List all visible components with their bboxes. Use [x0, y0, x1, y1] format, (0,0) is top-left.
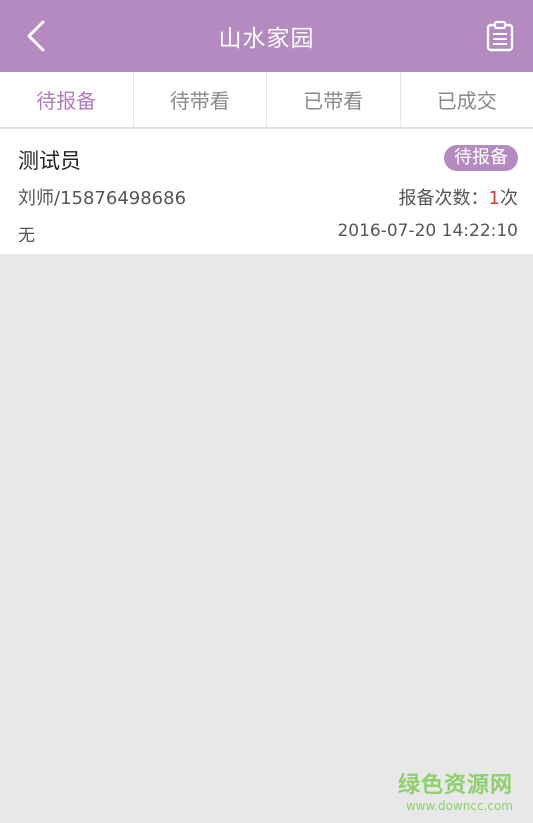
status-tabs: 待报备 待带看 已带看 已成交: [0, 72, 533, 128]
back-button[interactable]: [18, 18, 54, 54]
list-item[interactable]: 测试员 待报备 刘师/15876498686 报备次数：1次 无 2016-07…: [0, 129, 533, 254]
timestamp: 2016-07-20 14:22:10: [337, 221, 518, 241]
agent-phone: 刘师/15876498686: [18, 188, 187, 209]
tab-pending-viewing[interactable]: 待带看: [134, 72, 267, 127]
tab-viewed[interactable]: 已带看: [267, 72, 401, 127]
tab-pending-report[interactable]: 待报备: [0, 72, 134, 127]
clipboard-button[interactable]: [483, 18, 517, 54]
report-count-unit: 次: [500, 188, 518, 209]
status-badge: 待报备: [444, 145, 518, 171]
client-name: 测试员: [18, 149, 81, 173]
report-count-value: 1: [488, 188, 500, 209]
tab-closed-deal[interactable]: 已成交: [401, 72, 533, 127]
report-count-label: 报备次数：: [398, 188, 489, 209]
title-bar: 山水家园: [0, 0, 533, 72]
watermark-url: www.downcc.com: [405, 799, 513, 813]
watermark: 绿色资源网 www.downcc.com: [398, 767, 513, 813]
chevron-left-icon: [27, 20, 45, 52]
clipboard-icon: [486, 20, 514, 52]
report-count: 报备次数：1次: [399, 184, 518, 210]
watermark-text: 绿色资源网: [397, 773, 513, 798]
remark-text: 无: [18, 226, 35, 246]
page-title: 山水家园: [218, 26, 315, 52]
